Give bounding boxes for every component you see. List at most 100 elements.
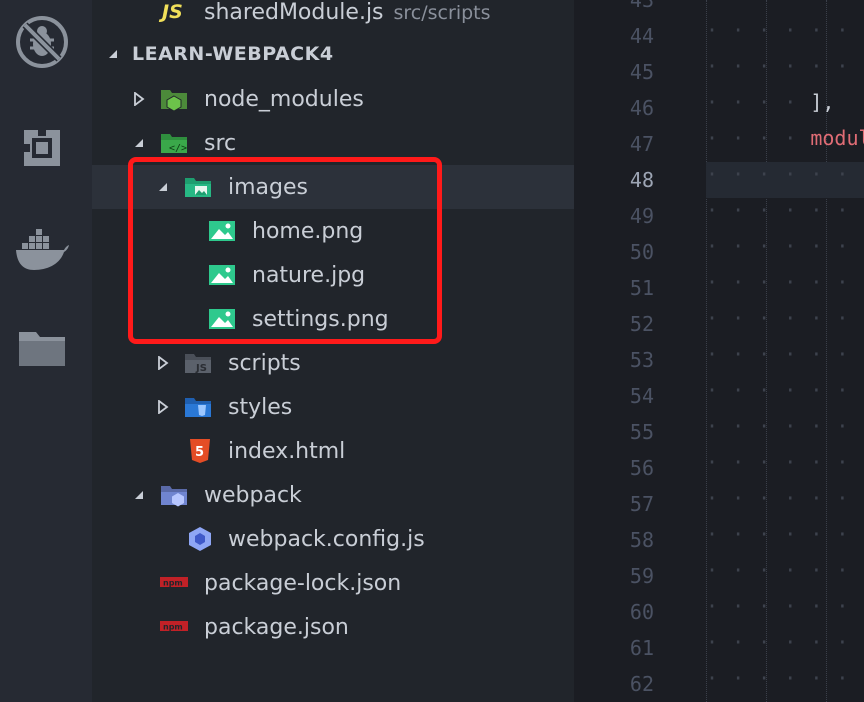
src-folder-icon: </> bbox=[160, 131, 188, 155]
code-line-current[interactable]: · · · · · · · · rul bbox=[706, 162, 864, 198]
open-editor-item[interactable]: JS sharedModule.js src/scripts bbox=[92, 0, 574, 34]
code-editor[interactable]: 43 44 45 46 47 48 49 50 51 52 53 54 55 56 57 58 59 60 61 62… bbox=[574, 0, 864, 702]
line-number: 59 bbox=[629, 564, 654, 588]
code-line[interactable]: · · · · · · · · }), bbox=[706, 54, 864, 90]
tree-item-index-html[interactable]: 5 index.html bbox=[92, 429, 574, 473]
tree-item-label: images bbox=[228, 174, 308, 200]
code-text: ], bbox=[810, 90, 835, 114]
tree-item-label: src bbox=[204, 130, 237, 156]
tree-item-label: settings.png bbox=[252, 306, 389, 332]
code-line[interactable]: · · · · · · · · · · · · bbox=[706, 450, 864, 486]
code-keyword: module bbox=[810, 126, 864, 150]
no-bug-icon[interactable] bbox=[14, 14, 70, 70]
line-number: 58 bbox=[629, 528, 654, 552]
image-file-icon bbox=[208, 263, 236, 287]
code-line[interactable]: · · · · · · · · · · · · bbox=[706, 306, 864, 342]
line-number: 61 bbox=[629, 636, 654, 660]
tree-item-label: package.json bbox=[204, 614, 349, 640]
explorer-sidebar: JS sharedModule.js src/scripts LEARN-WEB… bbox=[92, 0, 574, 702]
tree-item-node-modules[interactable]: node_modules bbox=[92, 77, 574, 121]
tree-item-scripts[interactable]: JS scripts bbox=[92, 341, 574, 385]
code-line[interactable]: · · · · · · · · · · · · bbox=[706, 486, 864, 522]
tree-item-home-png[interactable]: home.png bbox=[92, 209, 574, 253]
line-number: 52 bbox=[629, 312, 654, 336]
tree-item-package-json[interactable]: npm package.json bbox=[92, 605, 574, 649]
code-line[interactable]: · · · · · · · · · · · · bbox=[706, 18, 864, 54]
code-line[interactable]: · · · · ], bbox=[706, 90, 864, 126]
tree-item-label: package-lock.json bbox=[204, 570, 402, 596]
chevron-right-icon bbox=[156, 400, 170, 414]
activity-bar bbox=[0, 0, 92, 702]
webpack-folder-icon bbox=[160, 483, 188, 507]
line-number: 48 bbox=[629, 168, 654, 192]
docker-icon[interactable] bbox=[14, 222, 70, 278]
tree-item-label: styles bbox=[228, 394, 293, 420]
code-line[interactable]: · · · · · · · · · · · · bbox=[706, 594, 864, 630]
line-number: 60 bbox=[629, 600, 654, 624]
tree-item-label: node_modules bbox=[204, 86, 364, 112]
code-line[interactable]: · · · · · · · · · · · · bbox=[706, 522, 864, 558]
chevron-down-icon bbox=[132, 488, 146, 502]
image-file-icon bbox=[208, 307, 236, 331]
tree-item-label: webpack bbox=[204, 482, 302, 508]
chevron-right-icon bbox=[156, 356, 170, 370]
line-number: 44 bbox=[629, 24, 654, 48]
line-number: 62 bbox=[629, 672, 654, 696]
project-title: LEARN-WEBPACK4 bbox=[132, 43, 334, 65]
tree-item-src[interactable]: </> src bbox=[92, 121, 574, 165]
code-line[interactable]: · · · · module: bbox=[706, 126, 864, 162]
folder-icon[interactable] bbox=[14, 320, 70, 376]
node-folder-icon bbox=[160, 87, 188, 111]
chevron-down-icon bbox=[132, 136, 146, 150]
line-number: 47 bbox=[629, 132, 654, 156]
svg-text:npm: npm bbox=[163, 623, 183, 632]
tree-item-styles[interactable]: styles bbox=[92, 385, 574, 429]
tree-item-label: nature.jpg bbox=[252, 262, 366, 288]
tree-item-webpack-config[interactable]: webpack.config.js bbox=[92, 517, 574, 561]
line-number: 43 bbox=[629, 0, 654, 12]
tree-item-label: home.png bbox=[252, 218, 364, 244]
extensions-icon[interactable] bbox=[14, 120, 70, 176]
code-line[interactable]: · · · · · · · · · · · · bbox=[706, 234, 864, 270]
code-line[interactable]: · · · · · · · · · · · · bbox=[706, 414, 864, 450]
tree-item-images[interactable]: images bbox=[92, 165, 574, 209]
code-line[interactable]: · · · · · · · · · · · · bbox=[706, 666, 864, 702]
html5-icon: 5 bbox=[186, 439, 214, 463]
tree-item-webpack[interactable]: webpack bbox=[92, 473, 574, 517]
tree-item-package-lock[interactable]: npm package-lock.json bbox=[92, 561, 574, 605]
line-number: 50 bbox=[629, 240, 654, 264]
file-path: src/scripts bbox=[393, 1, 491, 24]
tree-item-nature-jpg[interactable]: nature.jpg bbox=[92, 253, 574, 297]
tree-item-label: index.html bbox=[228, 438, 346, 464]
npm-icon: npm bbox=[160, 571, 188, 595]
styles-folder-icon bbox=[184, 395, 212, 419]
line-number: 55 bbox=[629, 420, 654, 444]
code-line[interactable]: · · · · · · · · · · · · bbox=[706, 558, 864, 594]
chevron-right-icon bbox=[132, 92, 146, 106]
line-number: 57 bbox=[629, 492, 654, 516]
code-line[interactable]: · · · · · · · · · · · · bbox=[706, 378, 864, 414]
images-folder-icon bbox=[184, 175, 212, 199]
js-file-icon: JS bbox=[162, 1, 183, 23]
code-line[interactable]: · · · · · · · · · · · · bbox=[706, 630, 864, 666]
project-section-header[interactable]: LEARN-WEBPACK4 bbox=[92, 32, 574, 76]
svg-text:JS: JS bbox=[195, 363, 207, 374]
line-number: 46 bbox=[629, 96, 654, 120]
line-number: 54 bbox=[629, 384, 654, 408]
tree-item-settings-png[interactable]: settings.png bbox=[92, 297, 574, 341]
line-number: 51 bbox=[629, 276, 654, 300]
webpack-cube-icon bbox=[186, 527, 214, 551]
code-line[interactable]: · · · · · · · · · · · · bbox=[706, 198, 864, 234]
npm-icon: npm bbox=[160, 615, 188, 639]
code-line[interactable]: · · · · · · · · · · · · bbox=[706, 342, 864, 378]
image-file-icon bbox=[208, 219, 236, 243]
svg-text:</>: </> bbox=[169, 143, 187, 154]
line-number: 53 bbox=[629, 348, 654, 372]
line-number: 49 bbox=[629, 204, 654, 228]
tree-item-label: webpack.config.js bbox=[228, 526, 425, 552]
svg-text:5: 5 bbox=[195, 445, 204, 460]
line-number: 56 bbox=[629, 456, 654, 480]
scripts-folder-icon: JS bbox=[184, 351, 212, 375]
file-name: sharedModule.js bbox=[204, 0, 384, 25]
code-line[interactable]: · · · · · · · · · · · · bbox=[706, 270, 864, 306]
